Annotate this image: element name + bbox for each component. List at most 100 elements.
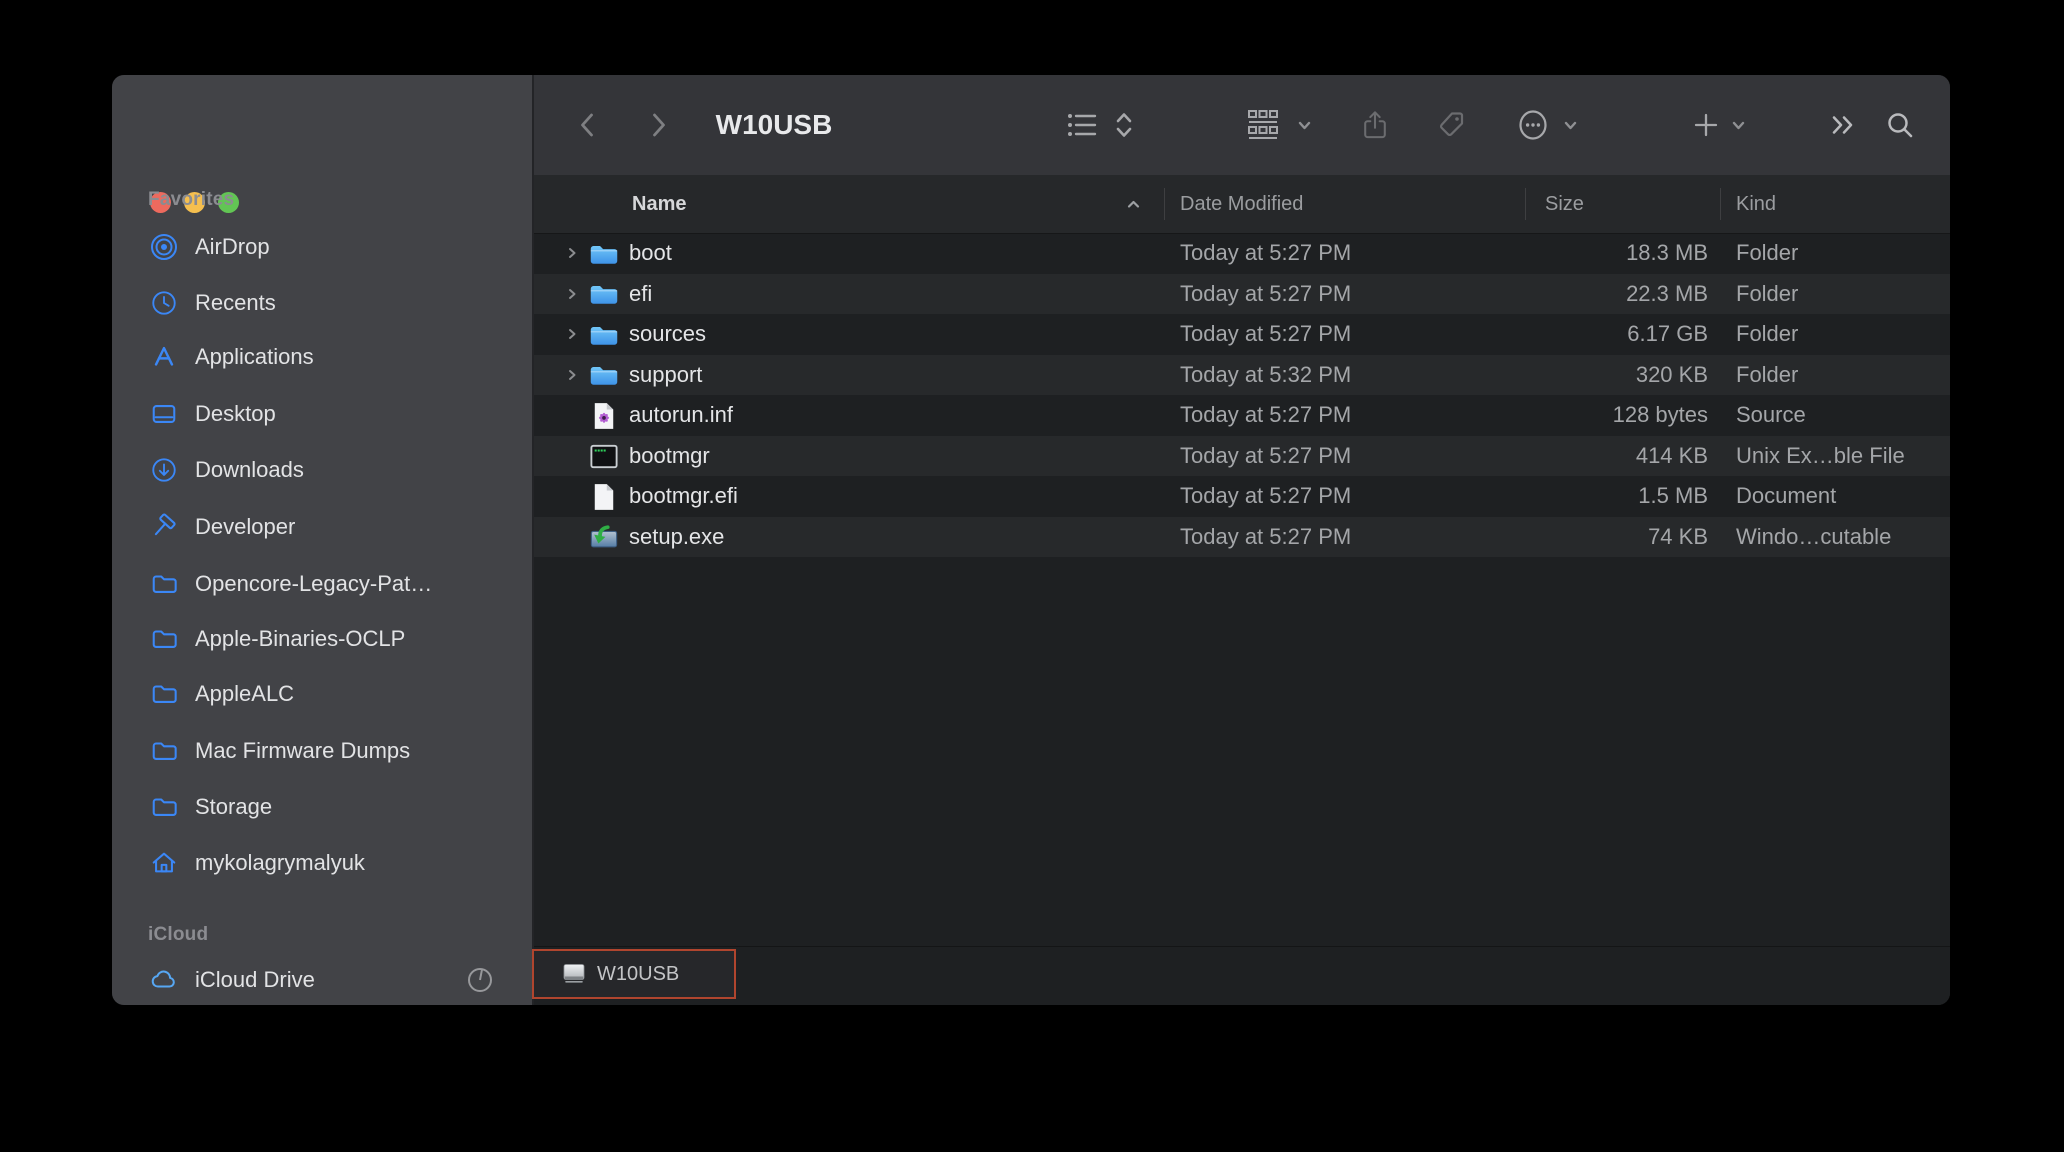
more-circle-icon[interactable] [1517, 108, 1549, 142]
chevron-down-icon[interactable] [1296, 117, 1312, 133]
chevron-down-icon[interactable] [1730, 117, 1746, 133]
column-header-kind[interactable]: Kind [1736, 175, 1776, 233]
sync-progress-icon [467, 967, 493, 993]
column-header-size[interactable]: Size [1545, 175, 1584, 233]
file-name: support [629, 361, 703, 387]
file-kind: Folder [1736, 280, 1799, 306]
sidebar-item-home[interactable]: mykolagrymalyuk [112, 846, 532, 880]
path-item-w10usb[interactable]: W10USB [532, 949, 736, 999]
file-kind: Folder [1736, 321, 1799, 346]
folder-icon [589, 361, 619, 390]
column-divider [1720, 188, 1721, 220]
column-headers: Name Date Modified Size Kind [534, 175, 1950, 234]
content-area: W10USB Name Date Modified Size Kind boot… [532, 75, 1950, 1005]
view-list-icon[interactable] [1065, 108, 1099, 142]
back-button[interactable] [572, 110, 602, 140]
file-date: Today at 5:27 PM [1180, 483, 1352, 508]
home-icon [149, 848, 179, 878]
file-size: 320 KB [1635, 361, 1708, 387]
file-size: 6.17 GB [1627, 321, 1708, 346]
file-kind: Windo…cutable [1736, 523, 1892, 549]
sidebar-item-opencore-legacy-patcher[interactable]: Opencore-Legacy-Pat… [112, 567, 532, 601]
folder-icon [589, 280, 619, 309]
sidebar-item-recents[interactable]: Recents [112, 286, 532, 320]
file-date: Today at 5:32 PM [1180, 361, 1352, 387]
group-icon[interactable] [1246, 108, 1280, 142]
file-date: Today at 5:27 PM [1180, 402, 1352, 427]
sidebar-item-applealc[interactable]: AppleALC [112, 677, 532, 711]
file-size: 18.3 MB [1626, 240, 1708, 265]
sidebar: Favorites AirDrop Recents Applications D… [112, 75, 532, 1005]
disclosure-chevron-icon[interactable] [565, 327, 579, 341]
sidebar-item-desktop[interactable]: Desktop [112, 397, 532, 431]
file-row-support[interactable]: support Today at 5:32 PM 320 KB Folder [534, 354, 1950, 395]
column-header-name[interactable]: Name [632, 175, 686, 233]
sidebar-item-apple-binaries-oclp[interactable]: Apple-Binaries-OCLP [112, 622, 532, 656]
unix-executable-icon [589, 442, 619, 471]
path-bar: W10USB [532, 946, 1950, 1005]
sidebar-item-developer[interactable]: Developer [112, 510, 532, 544]
file-name: sources [629, 321, 707, 346]
file-kind: Document [1736, 483, 1837, 508]
finder-window: Favorites AirDrop Recents Applications D… [112, 75, 1950, 1005]
file-row-efi[interactable]: efi Today at 5:27 PM 22.3 MB Folder [534, 273, 1950, 314]
sidebar-item-airdrop[interactable]: AirDrop [112, 230, 532, 264]
icloud-section-header: iCloud [148, 924, 209, 945]
column-divider [1525, 188, 1526, 220]
chevron-down-icon[interactable] [1562, 117, 1578, 133]
sidebar-item-downloads[interactable]: Downloads [112, 453, 532, 487]
file-row-boot[interactable]: boot Today at 5:27 PM 18.3 MB Folder [534, 233, 1950, 274]
file-date: Today at 5:27 PM [1180, 280, 1352, 306]
file-name: bootmgr [629, 442, 710, 468]
document-icon [589, 482, 619, 511]
app-store-icon [149, 342, 179, 372]
file-name: bootmgr.efi [629, 483, 738, 508]
forward-button[interactable] [644, 110, 674, 140]
file-size: 1.5 MB [1638, 483, 1708, 508]
toolbar: W10USB [534, 75, 1950, 176]
file-kind: Folder [1736, 361, 1799, 387]
file-kind: Source [1736, 402, 1806, 427]
share-icon[interactable] [1360, 108, 1390, 142]
folder-icon [589, 320, 619, 349]
view-updown-chevrons-icon[interactable] [1112, 108, 1136, 142]
file-kind: Folder [1736, 240, 1799, 265]
file-list: boot Today at 5:27 PM 18.3 MB Folder efi… [534, 233, 1950, 557]
airdrop-icon [149, 232, 179, 262]
folder-outline-icon [149, 624, 179, 654]
windows-executable-icon [589, 523, 619, 552]
cloud-icon [149, 965, 179, 995]
folder-outline-icon [149, 792, 179, 822]
external-drive-icon [562, 963, 586, 985]
file-name: boot [629, 240, 672, 265]
file-date: Today at 5:27 PM [1180, 240, 1352, 265]
file-row-bootmgr-efi[interactable]: bootmgr.efi Today at 5:27 PM 1.5 MB Docu… [534, 476, 1950, 517]
favorites-section-header: Favorites [148, 189, 235, 210]
sidebar-item-mac-firmware-dumps[interactable]: Mac Firmware Dumps [112, 734, 532, 768]
file-row-sources[interactable]: sources Today at 5:27 PM 6.17 GB Folder [534, 314, 1950, 355]
desktop-icon [149, 399, 179, 429]
sidebar-item-applications[interactable]: Applications [112, 340, 532, 374]
disclosure-chevron-icon[interactable] [565, 368, 579, 382]
folder-icon [589, 239, 619, 268]
disclosure-chevron-icon[interactable] [565, 246, 579, 260]
column-header-date-modified[interactable]: Date Modified [1180, 175, 1303, 233]
disclosure-chevron-icon[interactable] [565, 287, 579, 301]
file-row-setup-exe[interactable]: setup.exe Today at 5:27 PM 74 KB Windo…c… [534, 516, 1950, 557]
search-icon[interactable] [1884, 109, 1916, 141]
column-divider [1164, 188, 1165, 220]
tag-icon[interactable] [1435, 109, 1467, 141]
overflow-chevrons-icon[interactable] [1828, 110, 1858, 140]
file-name: efi [629, 280, 653, 306]
file-date: Today at 5:27 PM [1180, 442, 1352, 468]
file-row-autorun[interactable]: autorun.inf Today at 5:27 PM 128 bytes S… [534, 395, 1950, 436]
folder-outline-icon [149, 679, 179, 709]
file-name: setup.exe [629, 523, 725, 549]
file-size: 74 KB [1648, 523, 1708, 549]
sort-ascending-icon [1126, 198, 1141, 211]
add-icon[interactable] [1692, 111, 1720, 139]
file-date: Today at 5:27 PM [1180, 523, 1352, 549]
sidebar-item-storage[interactable]: Storage [112, 790, 532, 824]
file-row-bootmgr[interactable]: bootmgr Today at 5:27 PM 414 KB Unix Ex…… [534, 435, 1950, 476]
path-item-label: W10USB [597, 962, 680, 985]
